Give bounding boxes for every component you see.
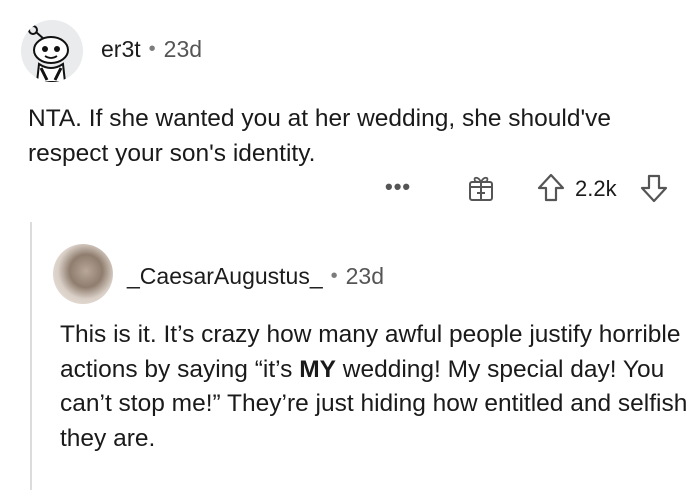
vote-score: 2.2k bbox=[575, 176, 617, 201]
arrow-down-icon bbox=[640, 174, 668, 203]
comment-meta: er3t • 23d bbox=[101, 36, 202, 63]
thread-line[interactable] bbox=[30, 222, 32, 490]
gift-award-icon bbox=[469, 176, 493, 201]
snoo-avatar[interactable] bbox=[21, 20, 83, 82]
upvote-button[interactable] bbox=[536, 172, 566, 204]
username-link[interactable]: er3t bbox=[101, 36, 141, 63]
comment-timestamp[interactable]: 23d bbox=[164, 36, 202, 63]
award-button[interactable] bbox=[465, 172, 497, 204]
downvote-button[interactable] bbox=[639, 172, 669, 204]
reply-timestamp[interactable]: 23d bbox=[346, 263, 384, 290]
reply-meta: _CaesarAugustus_ • 23d bbox=[127, 263, 384, 290]
parent-comment: er3t • 23d NTA. If she wanted you at her… bbox=[0, 0, 700, 220]
reply-meta-separator: • bbox=[330, 265, 338, 287]
more-options-button[interactable]: ••• bbox=[385, 176, 411, 198]
reply-text-emphasis: MY bbox=[299, 355, 336, 383]
arrow-up-icon bbox=[537, 173, 565, 202]
snoo-avatar-icon bbox=[21, 20, 83, 82]
reply-body: This is it. It’s crazy how many awful pe… bbox=[60, 318, 690, 456]
meta-separator: • bbox=[148, 38, 156, 60]
user-avatar[interactable] bbox=[53, 244, 113, 304]
comment-body: NTA. If she wanted you at her wedding, s… bbox=[28, 105, 612, 167]
reply-username-link[interactable]: _CaesarAugustus_ bbox=[127, 263, 323, 290]
